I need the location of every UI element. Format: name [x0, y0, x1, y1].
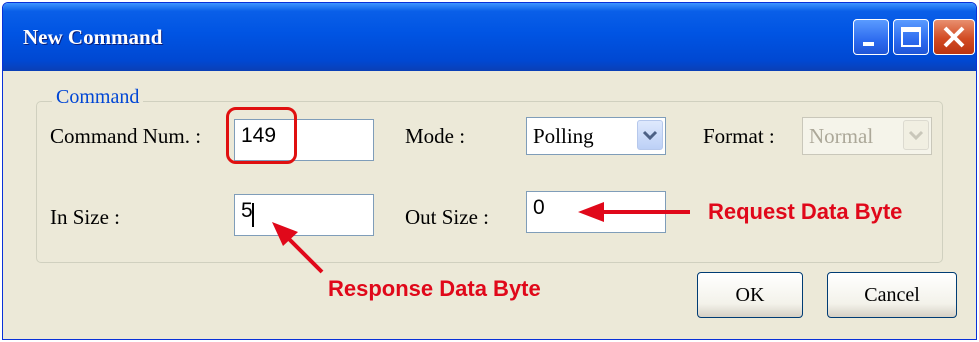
response-arrow-line — [286, 236, 324, 274]
response-data-byte-annotation: Response Data Byte — [328, 276, 541, 301]
request-data-byte-annotation: Request Data Byte — [708, 199, 903, 224]
request-arrow-head — [578, 202, 604, 222]
